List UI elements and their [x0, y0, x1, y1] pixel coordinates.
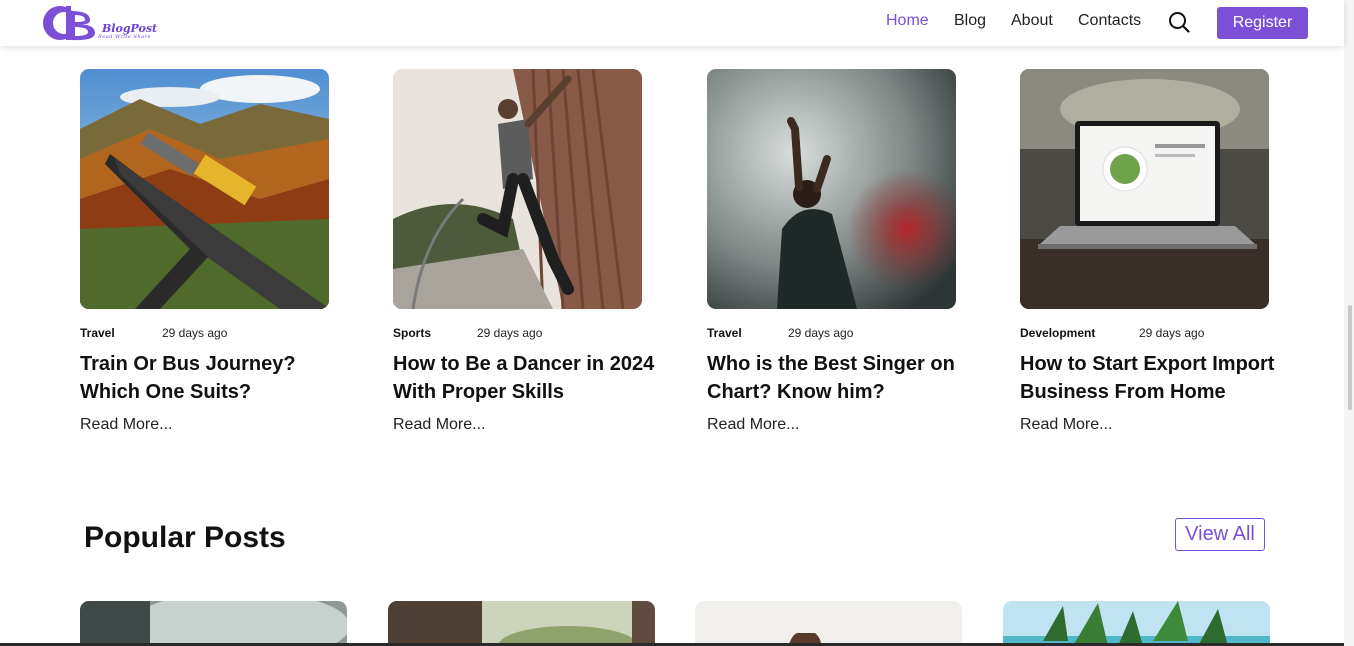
nav-home[interactable]: Home	[886, 12, 929, 30]
brand-tagline: Read Write Share	[98, 34, 151, 40]
popular-post-image[interactable]	[1003, 601, 1270, 646]
navbar: BlogPost Read Write Share Home Blog Abou…	[0, 0, 1344, 46]
popular-post-image[interactable]	[80, 601, 347, 646]
nav-blog[interactable]: Blog	[954, 12, 986, 30]
post-category[interactable]: Development	[1020, 326, 1095, 340]
popular-post-image[interactable]	[695, 601, 962, 646]
post-title[interactable]: How to Start Export Import Business From…	[1020, 350, 1290, 406]
post-category[interactable]: Travel	[80, 326, 115, 340]
post-image-singer[interactable]	[707, 69, 956, 309]
view-all-button[interactable]: View All	[1175, 518, 1265, 551]
scrollbar-thumb[interactable]	[1348, 305, 1352, 410]
post-image-laptop[interactable]	[1020, 69, 1269, 309]
post-date: 29 days ago	[162, 326, 228, 340]
read-more-link[interactable]: Read More...	[393, 416, 485, 434]
post-image-dancer[interactable]	[393, 69, 642, 309]
popular-post-image[interactable]	[388, 601, 655, 646]
register-button[interactable]: Register	[1217, 7, 1308, 39]
brand-logo[interactable]: BlogPost Read Write Share	[40, 3, 170, 43]
post-category[interactable]: Sports	[393, 326, 431, 340]
post-date: 29 days ago	[1139, 326, 1205, 340]
post-title[interactable]: How to Be a Dancer in 2024 With Proper S…	[393, 350, 663, 406]
post-category[interactable]: Travel	[707, 326, 742, 340]
scrollbar[interactable]	[1344, 0, 1354, 646]
post-date: 29 days ago	[477, 326, 543, 340]
nav-contacts[interactable]: Contacts	[1078, 12, 1141, 30]
post-title[interactable]: Who is the Best Singer on Chart? Know hi…	[707, 350, 977, 406]
post-image-train[interactable]	[80, 69, 329, 309]
post-date: 29 days ago	[788, 326, 854, 340]
search-icon[interactable]	[1168, 11, 1190, 33]
logo-mark-icon	[43, 6, 95, 41]
nav-about[interactable]: About	[1011, 12, 1053, 30]
post-title[interactable]: Train Or Bus Journey? Which One Suits?	[80, 350, 350, 406]
read-more-link[interactable]: Read More...	[80, 416, 172, 434]
popular-posts-heading: Popular Posts	[84, 521, 286, 554]
read-more-link[interactable]: Read More...	[1020, 416, 1112, 434]
read-more-link[interactable]: Read More...	[707, 416, 799, 434]
